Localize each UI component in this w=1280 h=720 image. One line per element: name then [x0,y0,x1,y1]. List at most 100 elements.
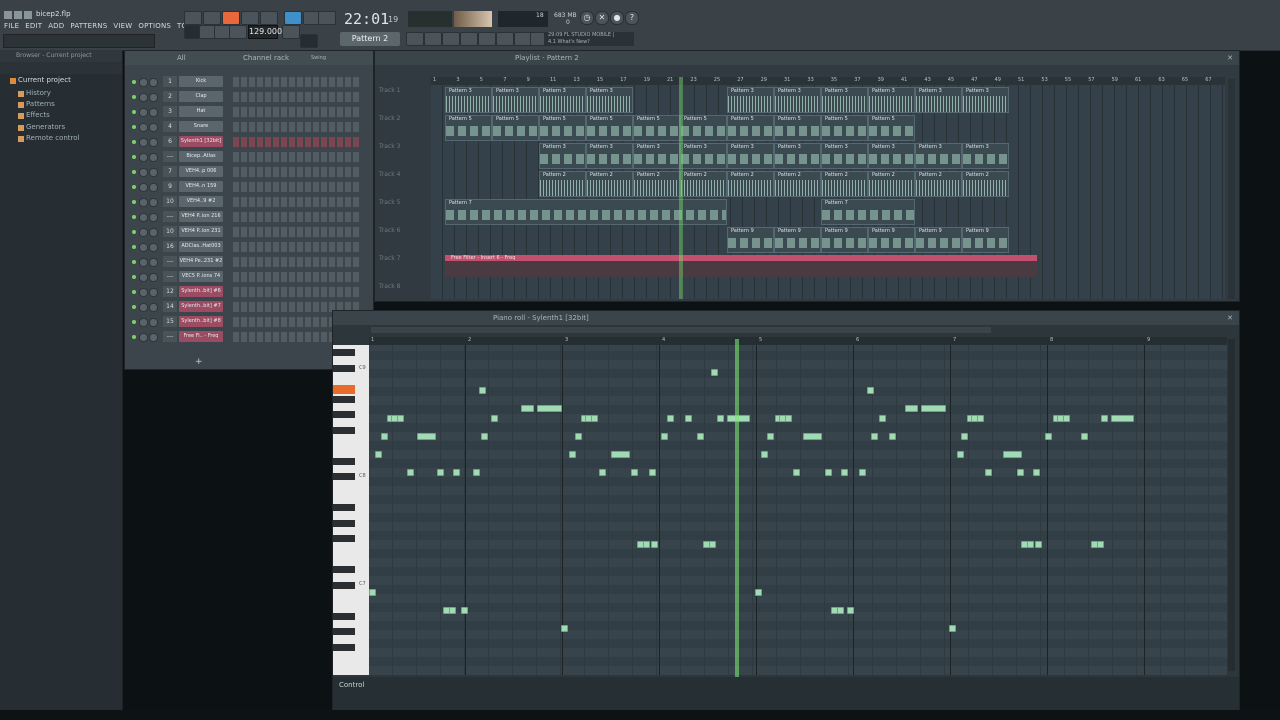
midi-note[interactable] [1003,451,1022,458]
channel-name-button[interactable]: ADClas..Hat003 [179,241,223,252]
channel-name-button[interactable]: Snare [179,121,223,132]
mixer-track-number[interactable]: 4 [163,121,177,132]
channel-led[interactable] [132,260,136,264]
midi-note[interactable] [651,541,658,548]
midi-note[interactable] [717,415,724,422]
pattern-clip[interactable]: Pattern 3 [868,143,915,169]
midi-note[interactable] [631,469,638,476]
channel-row[interactable]: --- Bicep..Atlas [125,150,373,164]
black-key[interactable] [333,349,355,356]
midi-note[interactable] [661,433,668,440]
volume-knob[interactable] [149,123,158,132]
mixer-track-number[interactable]: --- [163,271,177,282]
channel-led[interactable] [132,140,136,144]
track-header[interactable]: Track 1 [379,87,425,113]
wait-input-button[interactable] [318,11,336,25]
midi-note[interactable] [569,451,576,458]
pattern-clip[interactable]: Pattern 5 [445,115,492,141]
pattern-clip[interactable]: Pattern 3 [915,87,962,113]
pan-knob[interactable] [139,288,148,297]
pattern-clip[interactable]: Pattern 3 [774,143,821,169]
browser-root-current-project[interactable]: Current project [18,76,71,84]
midi-note[interactable] [599,469,606,476]
channel-name-button[interactable]: Sylenth..bit] #8 [179,316,223,327]
close-icon[interactable]: ✕ [1227,311,1233,325]
midi-note[interactable] [643,541,650,548]
track-header[interactable]: Track 3 [379,143,425,169]
piano-keyboard[interactable]: C9 C8 C7 [333,345,369,675]
step-sequencer[interactable] [233,182,361,192]
browser-icon[interactable] [442,32,460,46]
midi-note[interactable] [709,541,716,548]
news-panel[interactable]: 29:09 FL STUDIO MOBILE | 4.1 What's New? [544,32,634,46]
volume-knob[interactable] [149,228,158,237]
midi-note[interactable] [697,433,704,440]
volume-knob[interactable] [149,243,158,252]
step-sequencer[interactable] [233,287,361,297]
pattern-clip[interactable]: Pattern 9 [821,227,868,253]
pattern-clip[interactable]: Pattern 9 [868,227,915,253]
midi-note[interactable] [1111,415,1134,422]
pattern-clip[interactable]: Pattern 3 [868,87,915,113]
minimize-icon[interactable] [14,11,22,19]
channel-row[interactable]: 2 Clap [125,90,373,104]
step-sequencer[interactable] [233,212,361,222]
track-header[interactable]: Track 8 [379,283,425,309]
channel-row[interactable]: --- VEC5 P..ions 74 [125,270,373,284]
pattern-clip[interactable]: Pattern 2 [539,171,586,197]
midi-note[interactable] [491,415,498,422]
pan-knob[interactable] [139,78,148,87]
black-key[interactable] [333,612,355,620]
midi-note[interactable] [1063,415,1070,422]
channel-led[interactable] [132,305,136,309]
channel-led[interactable] [132,200,136,204]
track-header[interactable]: Track 7 [379,255,425,281]
mixer-track-number[interactable]: 9 [163,181,177,192]
volume-knob[interactable] [149,138,158,147]
mixer-track-number[interactable]: 6 [163,136,177,147]
black-key[interactable] [333,519,355,527]
midi-note[interactable] [1081,433,1088,440]
midi-note[interactable] [985,469,992,476]
piano-roll-icon[interactable] [424,32,442,46]
midi-note[interactable] [761,451,768,458]
playlist-scrollbar[interactable] [1228,79,1235,299]
pattern-clip[interactable]: Pattern 5 [774,115,821,141]
midi-note[interactable] [921,405,946,412]
midi-note[interactable] [437,469,444,476]
mixer-track-number[interactable]: 10 [163,226,177,237]
typing-keyboard-icon[interactable] [203,11,221,25]
midi-note[interactable] [473,469,480,476]
record-button[interactable] [229,25,247,39]
midi-note[interactable] [521,405,534,412]
midi-note[interactable] [1033,469,1040,476]
pattern-clip[interactable]: Pattern 3 [962,87,1009,113]
mixer-track-number[interactable]: --- [163,151,177,162]
black-key[interactable] [333,566,355,573]
midi-note[interactable] [1035,541,1042,548]
pattern-clip[interactable]: Pattern 7 [821,199,915,225]
piano-roll-horizontal-scrollbar[interactable] [371,327,991,333]
pan-knob[interactable] [139,108,148,117]
browser-item-patterns[interactable]: Patterns [26,100,55,108]
channel-led[interactable] [132,335,136,339]
pattern-clip[interactable]: Pattern 2 [868,171,915,197]
midi-note[interactable] [785,415,792,422]
midi-note[interactable] [1027,541,1034,548]
black-key[interactable] [333,473,355,480]
step-sequencer[interactable] [233,92,361,102]
pattern-clip[interactable]: Pattern 3 [680,143,727,169]
channel-name-button[interactable]: VEH4 Pe..231 #2 [179,256,223,267]
menu-view[interactable]: VIEW [113,22,132,32]
midi-note[interactable] [417,433,436,440]
mixer-track-number[interactable]: --- [163,331,177,342]
pattern-clip[interactable]: Pattern 3 [492,87,539,113]
mixer-track-number[interactable]: 14 [163,301,177,312]
mixer-track-number[interactable]: 16 [163,241,177,252]
pattern-clip[interactable]: Pattern 9 [962,227,1009,253]
black-key[interactable] [333,643,355,651]
pattern-clip[interactable]: Pattern 3 [445,87,492,113]
help-icon[interactable]: ? [625,11,639,25]
pan-knob[interactable] [139,318,148,327]
pan-knob[interactable] [139,123,148,132]
